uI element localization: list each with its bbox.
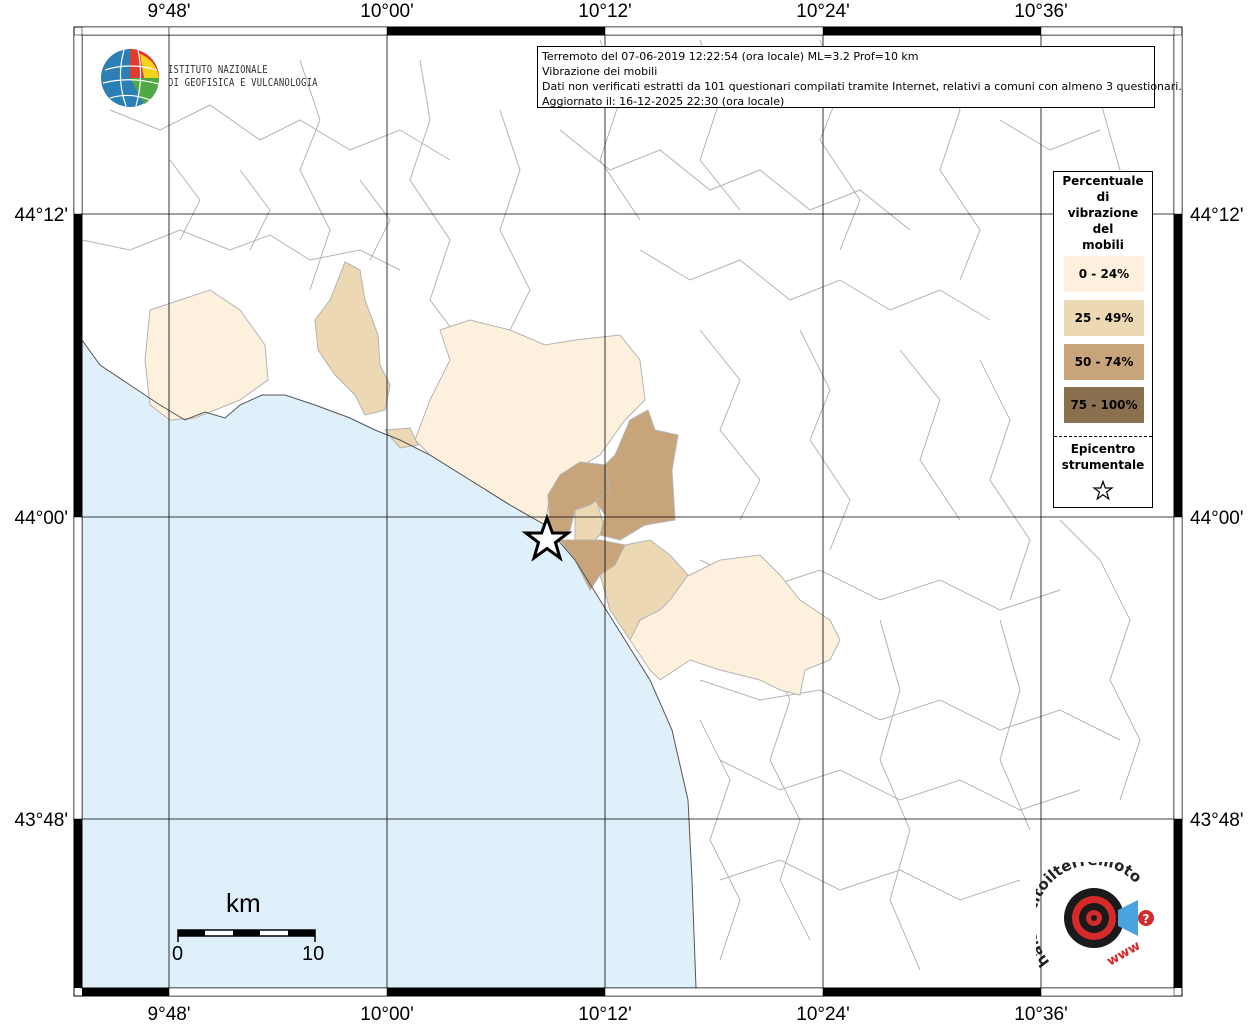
svg-text:?: ? — [1143, 912, 1150, 926]
ingv-logo: ISTITUTO NAZIONALE DI GEOFISICA E VULCAN… — [100, 48, 320, 110]
legend: Percentuale di vibrazione del mobili 0 -… — [1053, 171, 1153, 508]
lon-label-top-5: 10°36' — [1014, 1, 1068, 22]
legend-divider — [1054, 436, 1152, 437]
event-info-box: Terremoto del 07-06-2019 12:22:54 (ora l… — [537, 46, 1182, 108]
legend-title-line: del — [1092, 222, 1114, 236]
lat-label-right-3: 43°48' — [1190, 810, 1244, 831]
legend-class-label: 0 - 24% — [1078, 267, 1130, 281]
legend-class-25-49: 25 - 49% — [1064, 300, 1144, 336]
data-note: Dati non verificati estratti da 101 ques… — [542, 80, 1182, 93]
haisentito-logo-icon: haisentitoilterremoto.it ? www — [1021, 848, 1154, 971]
lon-label-top-2: 10°00' — [360, 1, 414, 22]
ingv-name-line1: ISTITUTO NAZIONALE — [168, 64, 268, 76]
lat-label-left-2: 44°00' — [15, 508, 69, 529]
legend-epicenter-line: strumentale — [1061, 458, 1145, 472]
legend-title-line: Percentuale — [1062, 174, 1144, 188]
lat-label-right-1: 44°12' — [1190, 205, 1244, 226]
map-subject: Vibrazione dei mobili — [542, 65, 658, 78]
lat-label-left-1: 44°12' — [15, 205, 69, 226]
legend-title-line: vibrazione — [1067, 206, 1139, 220]
legend-title: Percentuale di vibrazione del mobili — [1054, 173, 1152, 253]
legend-epicenter-label: Epicentro strumentale — [1054, 441, 1152, 473]
lon-label-bottom-2: 10°00' — [360, 1004, 414, 1024]
lon-label-top-3: 10°12' — [578, 1, 632, 22]
event-title: Terremoto del 07-06-2019 12:22:54 (ora l… — [542, 50, 919, 63]
lon-label-top-1: 9°48' — [148, 1, 191, 22]
ingv-globe-icon — [101, 49, 160, 107]
lon-label-bottom-5: 10°36' — [1014, 1004, 1068, 1024]
scale-end: 10 — [302, 943, 325, 965]
ingv-name: ISTITUTO NAZIONALE DI GEOFISICA E VULCAN… — [168, 64, 318, 90]
legend-epicenter-line: Epicentro — [1070, 442, 1136, 456]
legend-title-line: mobili — [1082, 238, 1124, 252]
legend-class-label: 25 - 49% — [1074, 311, 1134, 325]
lon-label-bottom-4: 10°24' — [796, 1004, 850, 1024]
legend-class-50-74: 50 - 74% — [1064, 344, 1144, 380]
legend-class-label: 75 - 100% — [1070, 398, 1138, 412]
legend-class-75-100: 75 - 100% — [1064, 387, 1144, 423]
updated-date: Aggiornato il: 16-12-2025 22:30 (ora loc… — [542, 95, 785, 108]
scale-unit: km — [226, 888, 261, 918]
lat-label-right-2: 44°00' — [1190, 508, 1244, 529]
ingv-name-line2: DI GEOFISICA E VULCANOLOGIA — [168, 77, 318, 89]
lat-label-left-3: 43°48' — [15, 810, 69, 831]
legend-class-0-24: 0 - 24% — [1064, 256, 1144, 292]
lon-label-top-4: 10°24' — [796, 1, 850, 22]
legend-star-icon — [1092, 480, 1114, 501]
scale-start: 0 — [172, 943, 184, 965]
lon-label-bottom-3: 10°12' — [578, 1004, 632, 1024]
lon-label-bottom-1: 9°48' — [148, 1004, 191, 1024]
haisentito-logo: haisentitoilterremoto.it ? www — [1021, 848, 1168, 984]
legend-class-label: 50 - 74% — [1074, 355, 1134, 369]
legend-title-line: di — [1096, 190, 1110, 204]
